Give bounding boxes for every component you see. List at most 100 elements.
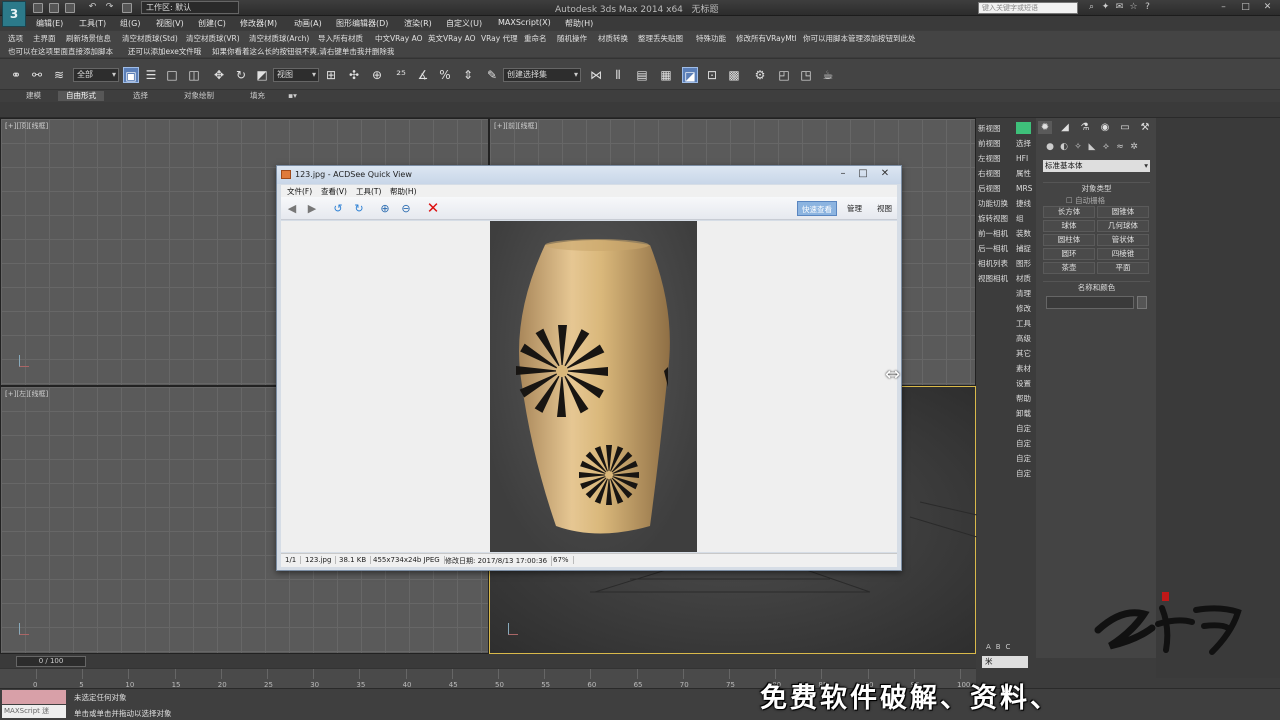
helpers-icon[interactable]: ⟡ [1100,141,1112,153]
menu-modifiers[interactable]: 修改器(M) [240,18,277,29]
custom-button[interactable]: 材质转换 [598,33,628,44]
tool-shortcut-button[interactable]: 材质 [1016,272,1031,286]
viewport-shortcut-row[interactable]: 功能切换 捷线 [976,197,1034,211]
geometry-icon[interactable]: ● [1044,141,1056,153]
menu-create[interactable]: 创建(C) [198,18,226,29]
render-setup-icon[interactable]: ⚙ [752,67,768,83]
rotate-icon[interactable]: ↻ [233,67,249,83]
minimize-icon[interactable]: – [1218,2,1229,13]
custom-button[interactable]: 也可以在这项里面直接添加脚本 [8,46,113,57]
app-logo[interactable]: 3 [2,1,26,27]
menu-graph-editors[interactable]: 图形编辑器(D) [336,18,388,29]
ribbon-tab-object-paint[interactable]: 对象绘制 [176,91,222,101]
object-name-input[interactable] [1046,296,1134,309]
viewport-shortcut-row[interactable]: 自定 [976,467,1034,481]
custom-button[interactable]: 中文VRay AO [375,33,423,44]
snap-toggle-icon[interactable]: ²⁵ [393,67,409,83]
named-selection-dropdown[interactable]: 创建选择集 [503,68,581,82]
tool-shortcut-button[interactable]: 属性 [1016,167,1031,181]
spinner-snap-icon[interactable]: ⇕ [460,67,476,83]
move-icon[interactable]: ✥ [211,67,227,83]
maximize-icon[interactable]: □ [853,167,873,181]
tab-manage[interactable]: 管理 [843,201,866,216]
custom-button[interactable]: VRay 代理 [481,33,518,44]
open-file-icon[interactable] [49,3,59,13]
viewport-shortcut-button[interactable]: 左视图 [978,152,1001,166]
cameras-icon[interactable]: ◣ [1086,141,1098,153]
viewport-shortcut-button[interactable]: 后一相机 [978,242,1008,256]
viewport-shortcut-row[interactable]: 工具 [976,317,1034,331]
viewport-label[interactable]: [+][左][线框] [5,389,48,399]
shapes-icon[interactable]: ◐ [1058,141,1070,153]
viewport-shortcut-button[interactable]: 视图相机 [978,272,1008,286]
material-editor-icon[interactable]: ▩ [726,67,742,83]
rollout-name-color[interactable]: 名称和颜色 [1043,281,1150,292]
ribbon-tab-selection[interactable]: 选择 [125,91,156,101]
zoom-out-icon[interactable]: ⊖ [398,201,414,216]
viewport-shortcut-button[interactable]: 旋转视图 [978,212,1008,226]
geosphere-button[interactable]: 几何球体 [1097,220,1149,232]
render-icon[interactable]: ◳ [798,67,814,83]
custom-button[interactable]: 修改所有VRayMtl [736,33,797,44]
menu-animation[interactable]: 动画(A) [294,18,322,29]
viewport-shortcut-button[interactable]: 相机列表 [978,257,1008,271]
favorites-icon[interactable]: ☆ [1128,2,1139,13]
viewport-shortcut-row[interactable]: 自定 [976,437,1034,451]
ref-coord-dropdown[interactable]: 视图 [273,68,319,82]
acdsee-menu-view[interactable]: 查看(V) [321,186,347,197]
cylinder-button[interactable]: 圆柱体 [1043,234,1095,246]
tool-shortcut-button[interactable]: 组 [1016,212,1024,226]
tool-shortcut-button[interactable]: 自定 [1016,437,1031,451]
subscription-icon[interactable]: ✦ [1100,2,1111,13]
tool-shortcut-button[interactable]: 图形 [1016,257,1031,271]
systems-icon[interactable]: ✲ [1128,141,1140,153]
tab-quick-view[interactable]: 快速查看 [797,201,837,216]
scale-icon[interactable]: ◩ [254,67,270,83]
unlink-icon[interactable]: ⚯ [29,67,45,83]
viewport-shortcut-row[interactable]: 设置 [976,377,1034,391]
custom-button[interactable]: 清空材质球(Arch) [249,33,309,44]
autogrid-checkbox[interactable]: ☐ 自动栅格 [1066,195,1105,206]
custom-button[interactable]: 清空材质球(Std) [122,33,178,44]
angle-snap-icon[interactable]: ∡ [415,67,431,83]
custom-button[interactable]: 清空材质球(VR) [186,33,240,44]
undo-icon[interactable]: ↶ [87,2,98,13]
viewport-shortcut-row[interactable]: 修改 [976,302,1034,316]
viewport-shortcut-row[interactable]: 相机列表 图形 [976,257,1034,271]
motion-tab-icon[interactable]: ◉ [1098,121,1112,134]
pyramid-button[interactable]: 四棱锥 [1097,248,1149,260]
sphere-button[interactable]: 球体 [1043,220,1095,232]
help-icon[interactable]: ? [1142,2,1153,13]
acdsee-menu-tools[interactable]: 工具(T) [356,186,381,197]
geometry-category-dropdown[interactable]: 标准基本体 [1043,160,1150,172]
previous-icon[interactable]: ◀ [284,201,300,216]
viewport-label[interactable]: [+][前][线框] [494,121,537,131]
workspace-dropdown[interactable]: 工作区: 默认 [141,1,239,14]
menu-views[interactable]: 视图(V) [156,18,184,29]
viewport-shortcut-row[interactable]: 前一相机 装数 [976,227,1034,241]
custom-button[interactable]: 选项 [8,33,23,44]
acdsee-menu-help[interactable]: 帮助(H) [390,186,417,197]
menu-customize[interactable]: 自定义(U) [446,18,482,29]
selection-filter-dropdown[interactable]: 全部 [73,68,119,82]
custom-button[interactable]: 主界面 [33,33,56,44]
ribbon-tab-freeform[interactable]: 自由形式 [58,91,104,101]
menu-help[interactable]: 帮助(H) [565,18,593,29]
delete-icon[interactable]: ✕ [425,201,441,216]
menu-tools[interactable]: 工具(T) [79,18,106,29]
viewport-shortcut-row[interactable]: 右视图 属性 [976,167,1034,181]
tool-shortcut-button[interactable]: MRS [1016,182,1032,196]
pivot-icon[interactable]: ⊞ [323,67,339,83]
viewport-shortcut-row[interactable]: 卸载 [976,407,1034,421]
viewport-shortcut-button[interactable]: 后视图 [978,182,1001,196]
custom-button[interactable]: 导入所有材质 [318,33,363,44]
menu-group[interactable]: 组(G) [120,18,140,29]
rect-selection-icon[interactable]: □ [164,67,180,83]
viewport-shortcut-row[interactable]: 素材 [976,362,1034,376]
rotate-left-icon[interactable]: ↺ [330,201,346,216]
ribbon-tab-populate[interactable]: 填充 [242,91,273,101]
project-folder-icon[interactable] [122,3,132,13]
select-manipulate-icon[interactable]: ✣ [346,67,362,83]
viewport-shortcut-row[interactable]: 高级 [976,332,1034,346]
tool-shortcut-button[interactable]: 设置 [1016,377,1031,391]
